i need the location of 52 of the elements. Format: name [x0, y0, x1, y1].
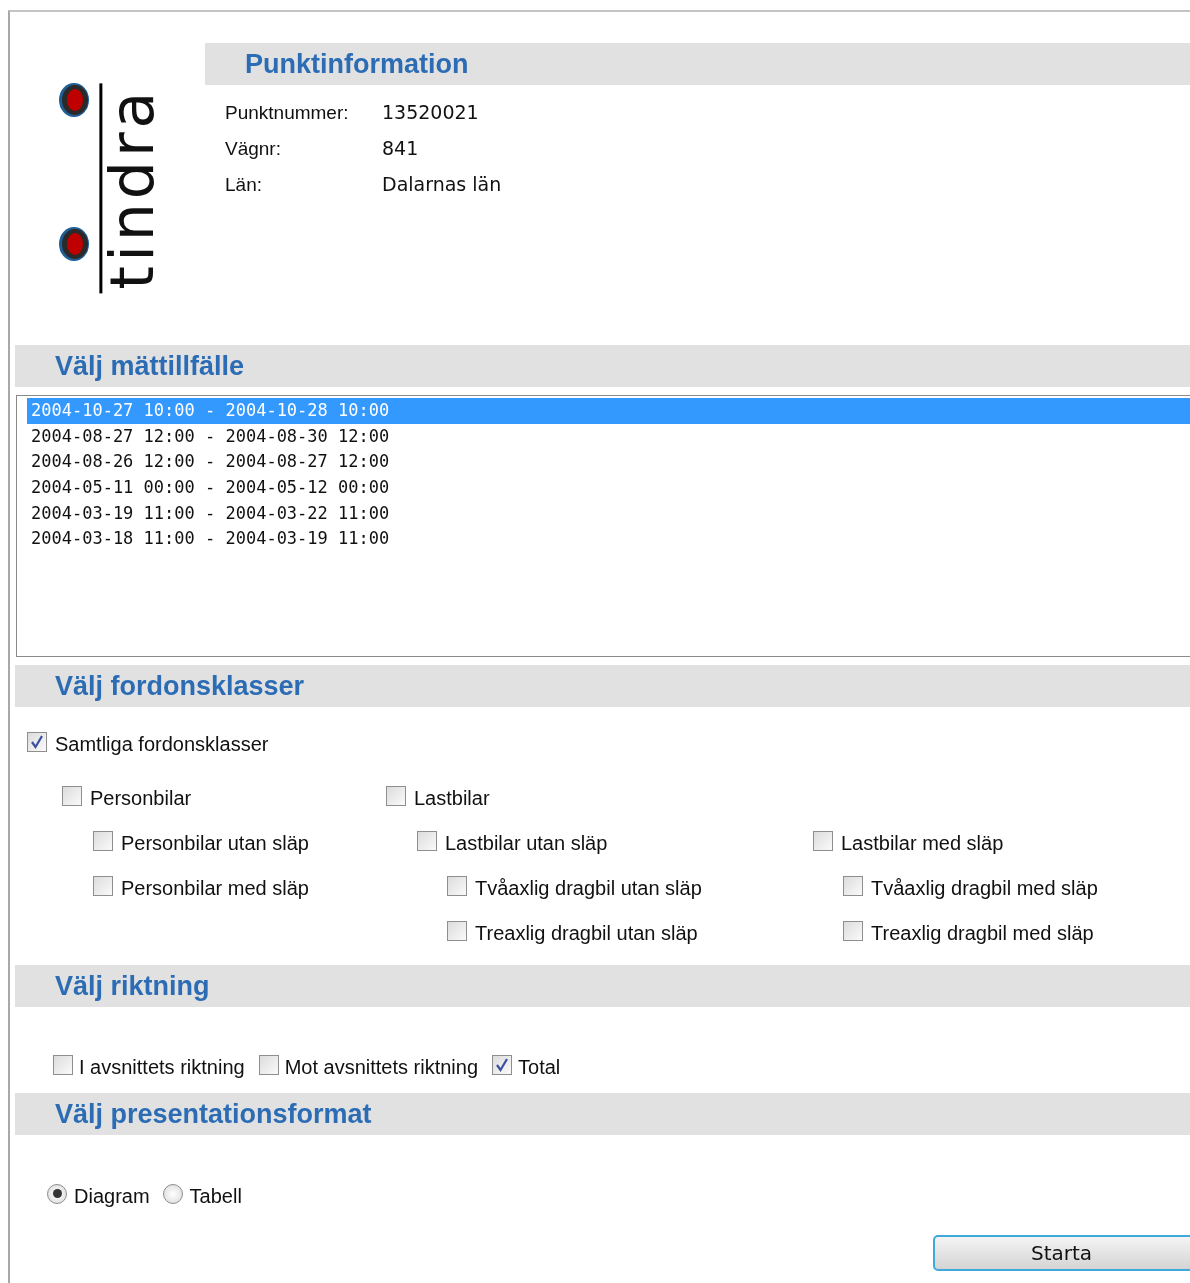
- checkbox[interactable]: [447, 875, 467, 896]
- checkbox-label: Personbilar med släp: [121, 877, 309, 900]
- checkbox-label: Treaxlig dragbil med släp: [871, 922, 1094, 945]
- radio-label: Diagram: [74, 1185, 150, 1208]
- checkbox-label: Mot avsnittets riktning: [284, 1056, 479, 1079]
- section-header: Välj presentationsformat: [15, 1093, 1190, 1135]
- field-value: 841: [382, 137, 420, 159]
- checkbox-label: I avsnittets riktning: [79, 1056, 245, 1079]
- logo: tindra: [99, 83, 163, 293]
- logo-dots-icon: [57, 82, 91, 262]
- checkbox[interactable]: [53, 1054, 73, 1075]
- start-button[interactable]: Starta: [933, 1235, 1190, 1271]
- field-label: Vägnr:: [225, 138, 282, 160]
- checkbox-label: Tvåaxlig dragbil med släp: [871, 877, 1098, 900]
- section-header: Punktinformation: [205, 43, 1190, 85]
- list-item[interactable]: 2004-05-11 00:00 - 2004-05-12 00:00: [27, 475, 1190, 501]
- checkbox[interactable]: [843, 875, 863, 896]
- checkbox[interactable]: [27, 731, 47, 752]
- checkbox-label: Tvåaxlig dragbil utan släp: [475, 877, 702, 900]
- checkbox[interactable]: [843, 920, 863, 941]
- list-item[interactable]: 2004-03-18 11:00 - 2004-03-19 11:00: [27, 526, 1190, 553]
- checkbox-label: Lastbilar: [414, 787, 490, 810]
- radio-button[interactable]: [162, 1183, 183, 1204]
- radio-button[interactable]: [47, 1183, 67, 1204]
- checkbox[interactable]: [62, 785, 82, 806]
- checkbox-label: Personbilar utan släp: [121, 832, 309, 855]
- checkbox-label: Personbilar: [90, 787, 192, 810]
- checkbox[interactable]: [93, 875, 113, 896]
- radio-label: Tabell: [189, 1185, 242, 1208]
- checkbox[interactable]: [813, 830, 833, 851]
- checkbox-label: Lastbilar med släp: [841, 832, 1004, 855]
- checkbox-label: Treaxlig dragbil utan släp: [475, 922, 698, 945]
- section-header: Välj fordonsklasser: [15, 665, 1190, 707]
- section-header: Välj mättillfälle: [15, 345, 1190, 387]
- checkbox[interactable]: [258, 1054, 279, 1075]
- checkbox[interactable]: [386, 785, 406, 806]
- checkbox-label: Total: [518, 1056, 561, 1079]
- field-value: 13520021: [382, 101, 480, 123]
- checkbox-label: Lastbilar utan släp: [445, 832, 608, 855]
- checkbox[interactable]: [417, 830, 437, 851]
- checkbox-label: Samtliga fordonsklasser: [55, 733, 269, 756]
- list-item[interactable]: 2004-08-26 12:00 - 2004-08-27 12:00: [27, 449, 1190, 476]
- field-label: Punktnummer:: [225, 102, 350, 124]
- checkbox[interactable]: [447, 920, 467, 941]
- list-item[interactable]: 2004-03-19 11:00 - 2004-03-22 11:00: [27, 500, 1190, 527]
- checkbox[interactable]: [93, 830, 113, 851]
- checkbox[interactable]: [492, 1054, 513, 1075]
- period-listbox[interactable]: [16, 395, 1190, 657]
- field-value: Dalarnas län: [382, 173, 503, 195]
- list-item[interactable]: 2004-08-27 12:00 - 2004-08-30 12:00: [27, 423, 1190, 450]
- field-label: Län:: [225, 174, 263, 196]
- section-header: Välj riktning: [15, 965, 1190, 1007]
